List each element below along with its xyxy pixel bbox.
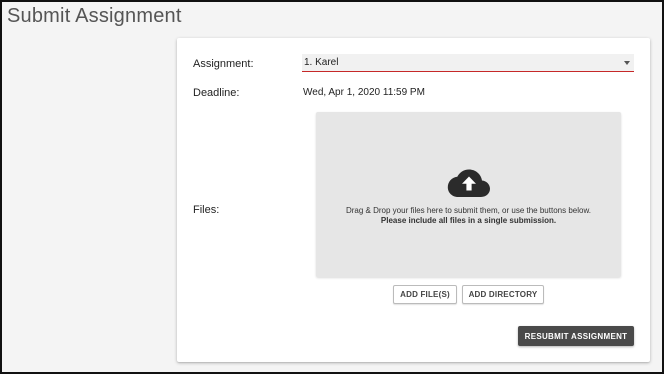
deadline-value: Wed, Apr 1, 2020 11:59 PM <box>303 87 425 98</box>
assignment-select-value: 1. Karel <box>304 57 339 68</box>
assignment-select[interactable]: 1. Karel <box>302 54 634 72</box>
add-files-button[interactable]: ADD FILE(S) <box>393 285 457 304</box>
add-directory-button[interactable]: ADD DIRECTORY <box>462 285 544 304</box>
submit-form-card: Assignment: 1. Karel Deadline: Wed, Apr … <box>177 38 650 362</box>
dropdown-arrow-icon <box>624 61 630 65</box>
resubmit-assignment-button[interactable]: RESUBMIT ASSIGNMENT <box>518 326 634 346</box>
dropzone-note: Please include all files in a single sub… <box>380 216 557 225</box>
dropzone-instructions: Drag & Drop your files here to submit th… <box>345 206 591 215</box>
assignment-label: Assignment: <box>193 58 254 70</box>
file-dropzone[interactable]: Drag & Drop your files here to submit th… <box>316 112 621 277</box>
deadline-label: Deadline: <box>193 87 240 99</box>
cloud-upload-icon <box>447 169 490 197</box>
files-label: Files: <box>193 204 220 216</box>
page-title: Submit Assignment <box>7 5 182 27</box>
